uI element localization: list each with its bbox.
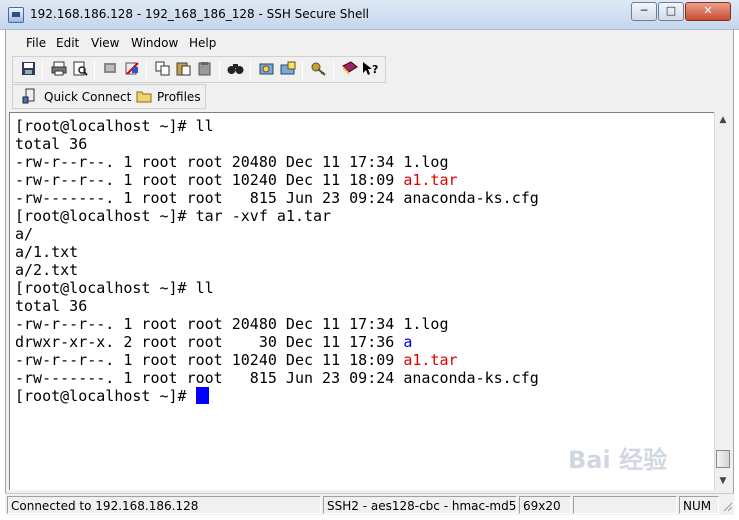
- terminal-line: -rw-------. 1 root root 815 Jun 23 09:24…: [15, 189, 714, 207]
- terminal-line: -rw-r--r--. 1 root root 20480 Dec 11 17:…: [15, 315, 714, 333]
- status-terminal-size: 69x20: [519, 496, 571, 514]
- terminal-text: a/1.txt: [15, 243, 79, 261]
- title-bar: 192.168.186.128 - 192_168_186_128 - SSH …: [0, 0, 739, 30]
- terminal-line: [root@localhost ~]# ll: [15, 117, 714, 135]
- minimize-button[interactable]: ─: [631, 2, 657, 21]
- terminal-line: total 36: [15, 135, 714, 153]
- terminal-text: [root@localhost ~]# tar -xvf a1.tar: [15, 207, 332, 225]
- menu-view[interactable]: View: [91, 36, 119, 50]
- terminal-line: a/: [15, 225, 714, 243]
- find-icon[interactable]: [227, 61, 244, 78]
- terminal-text: -rw-r--r--. 1 root root 20480 Dec 11 17:…: [15, 153, 449, 171]
- terminal-text: total 36: [15, 135, 88, 153]
- context-help-icon[interactable]: ?: [362, 61, 379, 78]
- ssh-app-icon: [8, 7, 24, 23]
- main-toolbar: ?: [12, 56, 386, 83]
- terminal-text: -rw-------. 1 root root 815 Jun 23 09:24…: [15, 189, 539, 207]
- quick-connect-icon: [21, 88, 38, 105]
- window-title: 192.168.186.128 - 192_168_186_128 - SSH …: [30, 7, 370, 21]
- menu-bar: File Edit View Window Help: [8, 32, 730, 54]
- terminal-line: a/2.txt: [15, 261, 714, 279]
- status-empty: [573, 496, 677, 514]
- menu-help[interactable]: Help: [189, 36, 216, 50]
- status-num-lock: NUM: [679, 496, 719, 514]
- terminal-cursor: [195, 387, 209, 404]
- menu-edit[interactable]: Edit: [56, 36, 79, 50]
- terminal-line: total 36: [15, 297, 714, 315]
- colored-filename: a1.tar: [403, 171, 458, 189]
- menu-window[interactable]: Window: [131, 36, 178, 50]
- terminal-line: a/1.txt: [15, 243, 714, 261]
- close-button[interactable]: ✕: [685, 2, 731, 21]
- maximize-button[interactable]: □: [658, 2, 684, 21]
- paste-plain-icon[interactable]: [196, 61, 213, 78]
- menu-file[interactable]: File: [26, 36, 46, 50]
- terminal-text: [root@localhost ~]#: [15, 387, 196, 405]
- status-bar: Connected to 192.168.186.128 SSH2 - aes1…: [5, 493, 734, 515]
- key-icon[interactable]: [310, 61, 327, 78]
- terminal-output[interactable]: [root@localhost ~]# ll total 36 -rw-r--r--…: [9, 112, 714, 490]
- scroll-thumb[interactable]: [716, 450, 730, 468]
- terminal-text: [root@localhost ~]# ll: [15, 117, 214, 135]
- terminal-line: [root@localhost ~]#: [15, 387, 714, 405]
- help-book-icon[interactable]: [341, 61, 358, 78]
- folder-icon: [135, 88, 152, 105]
- new-terminal-icon[interactable]: [102, 61, 119, 78]
- status-cipher: SSH2 - aes128-cbc - hmac-md5: [323, 496, 517, 514]
- terminal-line: drwxr-xr-x. 2 root root 30 Dec 11 17:36 …: [15, 333, 714, 351]
- terminal-line: -rw-r--r--. 1 root root 10240 Dec 11 18:…: [15, 171, 714, 189]
- quick-connect-button[interactable]: Quick Connect: [44, 90, 131, 104]
- terminal-text: drwxr-xr-x. 2 root root 30 Dec 11 17:36: [15, 333, 404, 351]
- settings-icon[interactable]: [258, 61, 275, 78]
- terminal-text: a/: [15, 225, 34, 243]
- watermark-text: Bai 经验: [568, 446, 668, 474]
- terminal-line: [root@localhost ~]# tar -xvf a1.tar: [15, 207, 714, 225]
- paste-icon[interactable]: [175, 61, 192, 78]
- profiles-button[interactable]: Profiles: [157, 90, 201, 104]
- terminal-text: -rw-------. 1 root root 815 Jun 23 09:24…: [15, 369, 539, 387]
- terminal-line: [root@localhost ~]# ll: [15, 279, 714, 297]
- terminal-text: -rw-r--r--. 1 root root 20480 Dec 11 17:…: [15, 315, 449, 333]
- terminal-line: -rw-r--r--. 1 root root 10240 Dec 11 18:…: [15, 351, 714, 369]
- svg-text:?: ?: [372, 63, 378, 76]
- copy-icon[interactable]: [154, 61, 171, 78]
- terminal-text: -rw-r--r--. 1 root root 10240 Dec 11 18:…: [15, 351, 404, 369]
- scroll-down-arrow[interactable]: ▼: [715, 473, 731, 489]
- terminal-text: total 36: [15, 297, 88, 315]
- scroll-up-arrow[interactable]: ▲: [715, 112, 731, 128]
- terminal-text: a/2.txt: [15, 261, 79, 279]
- colored-filename: a: [403, 333, 413, 351]
- print-icon[interactable]: [50, 61, 67, 78]
- save-icon[interactable]: [20, 61, 37, 78]
- quick-connect-toolbar: Quick Connect Profiles: [12, 84, 206, 109]
- new-file-transfer-icon[interactable]: [123, 61, 140, 78]
- status-connection: Connected to 192.168.186.128: [7, 496, 321, 514]
- profiles-icon[interactable]: [279, 61, 296, 78]
- print-preview-icon[interactable]: [71, 61, 88, 78]
- terminal-text: -rw-r--r--. 1 root root 10240 Dec 11 18:…: [15, 171, 404, 189]
- terminal-line: -rw-------. 1 root root 815 Jun 23 09:24…: [15, 369, 714, 387]
- vertical-scrollbar[interactable]: ▲ ▼: [714, 112, 731, 490]
- colored-filename: a1.tar: [403, 351, 458, 369]
- terminal-text: [root@localhost ~]# ll: [15, 279, 214, 297]
- resize-grip-icon[interactable]: [721, 500, 733, 512]
- terminal-line: -rw-r--r--. 1 root root 20480 Dec 11 17:…: [15, 153, 714, 171]
